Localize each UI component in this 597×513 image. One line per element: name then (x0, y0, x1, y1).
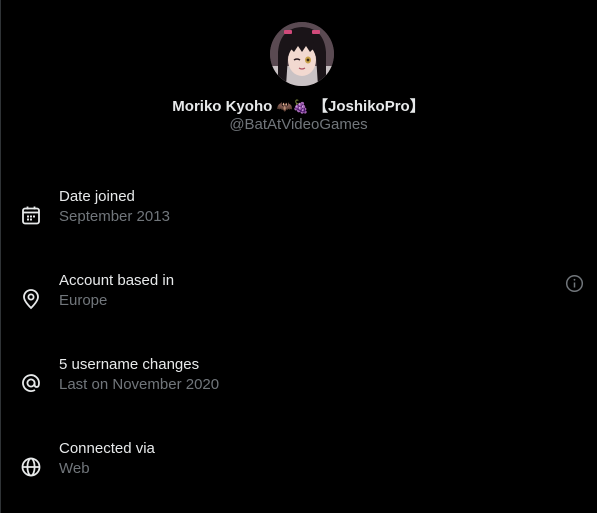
about-account-panel: Moriko Kyoho 🦇🍇 【JoshikoPro】 @BatAtVideo… (0, 0, 597, 513)
detail-row-date-joined: Date joined September 2013 (0, 188, 597, 248)
at-sign-icon (20, 372, 42, 394)
detail-label: Account based in (59, 272, 175, 289)
display-name-emoji: 🦇🍇 (276, 100, 309, 115)
panel-divider (0, 0, 1, 513)
avatar-image (270, 22, 334, 86)
display-name-tag: 【JoshikoPro】 (313, 98, 425, 115)
detail-value: Last on November 2020 (59, 376, 220, 393)
detail-row-connected-via: Connected via Web (0, 440, 597, 500)
detail-label: 5 username changes (59, 356, 200, 373)
avatar[interactable] (270, 22, 334, 86)
calendar-icon (20, 204, 42, 226)
display-name-text: Moriko Kyoho (172, 98, 273, 115)
detail-label: Date joined (59, 188, 135, 205)
location-pin-icon (20, 288, 42, 310)
detail-value: Europe (59, 292, 108, 309)
detail-row-username-changes: 5 username changes Last on November 2020 (0, 356, 597, 416)
detail-value: September 2013 (59, 208, 170, 225)
detail-label: Connected via (59, 440, 155, 457)
info-icon[interactable] (565, 274, 584, 293)
globe-icon (20, 456, 42, 478)
display-name: Moriko Kyoho 🦇🍇 【JoshikoPro】 (0, 95, 597, 116)
detail-row-account-based-in: Account based in Europe (0, 272, 597, 332)
detail-value: Web (59, 460, 90, 477)
user-handle: @BatAtVideoGames (229, 116, 368, 133)
